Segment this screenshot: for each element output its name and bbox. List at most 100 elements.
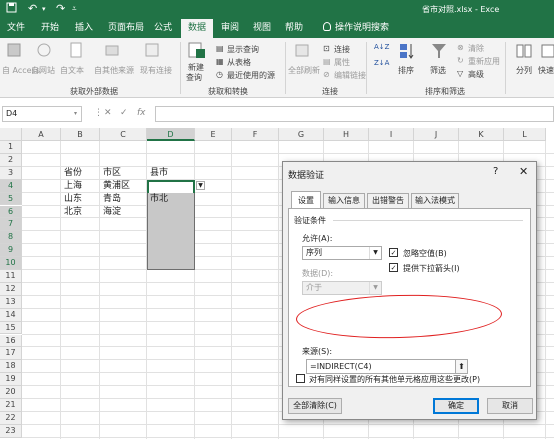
- from-text-button[interactable]: 自文本: [60, 65, 84, 76]
- row-header-20[interactable]: 20: [0, 386, 22, 399]
- row-header-18[interactable]: 18: [0, 360, 22, 374]
- sort-button[interactable]: 排序: [398, 65, 414, 76]
- row-header-17[interactable]: 17: [0, 347, 22, 361]
- advanced-filter-button[interactable]: 高级: [468, 69, 484, 80]
- tell-me-search[interactable]: 操作说明搜索: [316, 19, 396, 38]
- undo-dropdown-icon[interactable]: ▾: [42, 5, 46, 13]
- column-header-e[interactable]: E: [195, 128, 232, 141]
- help-icon[interactable]: ?: [493, 166, 498, 177]
- redo-icon[interactable]: ↷: [56, 2, 65, 15]
- row-header-23[interactable]: 23: [0, 424, 22, 438]
- tab-error-alert[interactable]: 出错警告: [367, 193, 409, 208]
- name-box-dropdown-icon[interactable]: ▾: [74, 110, 77, 117]
- formula-input[interactable]: [155, 106, 554, 122]
- row-header-5[interactable]: 5: [0, 192, 22, 206]
- tab-review[interactable]: 审阅: [218, 19, 242, 38]
- edit-links-button[interactable]: 编辑链接: [334, 70, 366, 81]
- tab-settings[interactable]: 设置: [291, 191, 321, 209]
- name-box[interactable]: D4: [2, 106, 82, 122]
- from-web-button[interactable]: 自网站: [31, 65, 55, 76]
- column-header-c[interactable]: C: [100, 128, 147, 141]
- undo-icon[interactable]: ↶: [28, 2, 37, 15]
- refresh-all-button[interactable]: 全部刷新: [288, 65, 320, 76]
- row-header-13[interactable]: 13: [0, 295, 22, 309]
- row-header-15[interactable]: 15: [0, 321, 22, 335]
- column-header-k[interactable]: K: [459, 128, 504, 141]
- cell-b6[interactable]: 北京: [61, 206, 82, 219]
- tab-file[interactable]: 文件: [4, 19, 28, 38]
- flash-fill-button[interactable]: 快速: [538, 65, 554, 76]
- column-header-i[interactable]: I: [369, 128, 414, 141]
- collapse-dialog-icon[interactable]: ⬆: [455, 359, 468, 374]
- from-table-button[interactable]: 从表格: [227, 57, 251, 68]
- ignore-blank-checkbox[interactable]: ✓: [389, 248, 398, 257]
- row-header-21[interactable]: 21: [0, 399, 22, 412]
- clear-all-button[interactable]: 全部清除(C): [288, 398, 342, 414]
- cell-b4[interactable]: 上海: [61, 180, 82, 193]
- customize-qat-icon[interactable]: ⩡: [72, 4, 77, 14]
- save-icon[interactable]: [6, 2, 17, 16]
- row-header-4[interactable]: 4: [0, 179, 22, 193]
- properties-button[interactable]: 属性: [334, 57, 350, 68]
- row-header-6[interactable]: 6: [0, 205, 22, 219]
- recent-sources-button[interactable]: 最近使用的源: [227, 70, 275, 81]
- in-cell-dropdown-checkbox[interactable]: ✓: [389, 263, 398, 272]
- column-header-l[interactable]: L: [504, 128, 546, 141]
- tab-view[interactable]: 视图: [250, 19, 274, 38]
- column-header-f[interactable]: F: [232, 128, 279, 141]
- allow-select[interactable]: 序列 ▼: [302, 246, 382, 260]
- filter-button[interactable]: 筛选: [430, 65, 446, 76]
- cell-d5[interactable]: 市北: [147, 193, 168, 206]
- source-input[interactable]: =INDIRECT(C4): [306, 359, 468, 374]
- column-header-b[interactable]: B: [61, 128, 100, 141]
- row-header-14[interactable]: 14: [0, 308, 22, 322]
- tab-ime-mode[interactable]: 输入法模式: [411, 193, 459, 208]
- tab-help[interactable]: 帮助: [282, 19, 306, 38]
- data-select[interactable]: 介于 ▼: [302, 281, 382, 295]
- row-header-8[interactable]: 8: [0, 231, 22, 245]
- insert-function-icon[interactable]: fx: [137, 108, 146, 118]
- from-other-sources-button[interactable]: 自其他来源: [94, 65, 134, 76]
- column-header-g[interactable]: G: [279, 128, 324, 141]
- confirm-entry-icon[interactable]: ✓: [120, 108, 128, 118]
- row-header-16[interactable]: 16: [0, 334, 22, 348]
- cell-c6[interactable]: 海淀: [100, 206, 121, 219]
- row-header-12[interactable]: 12: [0, 282, 22, 296]
- sort-za-button[interactable]: Z↓A: [374, 59, 389, 67]
- close-icon[interactable]: ✕: [519, 165, 528, 178]
- show-queries-button[interactable]: 显示查询: [227, 44, 259, 55]
- sort-az-button[interactable]: A↓Z: [374, 43, 389, 51]
- row-header-10[interactable]: 10: [0, 257, 22, 270]
- cell-d3[interactable]: 县市: [147, 167, 168, 180]
- tab-home[interactable]: 开始: [38, 19, 62, 38]
- cancel-entry-icon[interactable]: ✕: [104, 108, 112, 118]
- row-header-19[interactable]: 19: [0, 373, 22, 387]
- row-header-9[interactable]: 9: [0, 244, 22, 258]
- column-header-a[interactable]: A: [22, 128, 61, 141]
- apply-to-all-checkbox[interactable]: [296, 374, 305, 383]
- tab-input-message[interactable]: 输入信息: [323, 193, 365, 208]
- column-header-h[interactable]: H: [324, 128, 369, 141]
- reapply-button[interactable]: 重新应用: [468, 56, 500, 67]
- column-header-d[interactable]: D: [147, 128, 195, 141]
- cell-c3[interactable]: 市区: [100, 167, 121, 180]
- tab-insert[interactable]: 插入: [72, 19, 96, 38]
- row-header-22[interactable]: 22: [0, 411, 22, 425]
- text-to-columns-button[interactable]: 分列: [516, 65, 532, 76]
- ok-button[interactable]: 确定: [433, 398, 479, 414]
- tab-data[interactable]: 数据: [181, 19, 213, 39]
- row-header-1[interactable]: 1: [0, 141, 22, 154]
- cell-c5[interactable]: 青岛: [100, 193, 121, 206]
- new-query-label-2[interactable]: 查询: [186, 72, 202, 83]
- active-cell[interactable]: [147, 179, 195, 193]
- clear-filter-button[interactable]: 清除: [468, 43, 484, 54]
- cell-dropdown-arrow-icon[interactable]: ▼: [196, 180, 205, 190]
- cell-b3[interactable]: 省份: [61, 167, 82, 180]
- select-all-corner[interactable]: [0, 128, 22, 141]
- tab-formulas[interactable]: 公式: [150, 19, 176, 38]
- connections-button[interactable]: 连接: [334, 44, 350, 55]
- cell-b5[interactable]: 山东: [61, 193, 82, 206]
- column-header-j[interactable]: J: [414, 128, 459, 141]
- row-header-7[interactable]: 7: [0, 218, 22, 232]
- row-header-3[interactable]: 3: [0, 166, 22, 180]
